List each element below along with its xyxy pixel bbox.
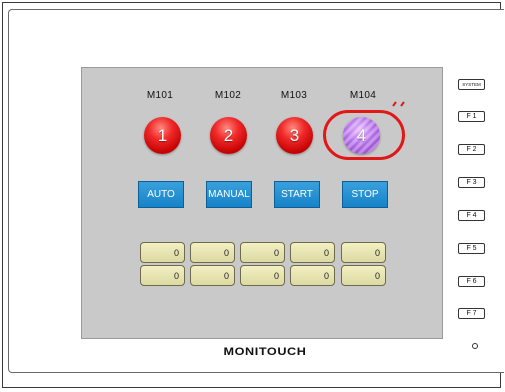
status-led-icon	[472, 343, 478, 349]
f2-key[interactable]: F 2	[458, 144, 485, 155]
numeric-display: 0	[290, 242, 335, 263]
lamp-m103[interactable]: 3	[276, 117, 313, 154]
f1-key[interactable]: F 1	[458, 111, 485, 122]
numeric-display: 0	[341, 242, 386, 263]
brand-logo: MONITOUCH	[223, 346, 307, 358]
lamp-number: 2	[223, 125, 234, 145]
selection-highlight-ring	[323, 110, 405, 160]
numeric-display: 0	[140, 242, 185, 263]
auto-button[interactable]: AUTO	[138, 181, 184, 208]
f4-key[interactable]: F 4	[458, 210, 485, 221]
stop-button[interactable]: STOP	[342, 181, 388, 208]
numeric-display: 0	[240, 242, 285, 263]
numeric-display: 0	[240, 265, 285, 286]
numeric-display: 0	[190, 242, 235, 263]
f6-key[interactable]: F 6	[458, 276, 485, 287]
lamp-label-m103: M103	[280, 90, 308, 101]
f7-key[interactable]: F 7	[458, 308, 485, 319]
lamp-m101[interactable]: 1	[144, 117, 181, 154]
f3-key[interactable]: F 3	[458, 177, 485, 188]
numeric-display: 0	[290, 265, 335, 286]
numeric-display: 0	[140, 265, 185, 286]
lamp-label-m102: M102	[214, 90, 242, 101]
numeric-display: 0	[341, 265, 386, 286]
hmi-screen	[81, 67, 443, 339]
lamp-number: 1	[157, 125, 168, 145]
lamp-label-m104: M104	[349, 90, 377, 101]
lamp-label-m101: M101	[146, 90, 174, 101]
system-key[interactable]: SYSTEM	[458, 79, 485, 90]
manual-button[interactable]: MANUAL	[206, 181, 252, 208]
numeric-display: 0	[190, 265, 235, 286]
start-button[interactable]: START	[274, 181, 320, 208]
pointer-tick-icon	[392, 101, 405, 107]
lamp-number: 3	[289, 125, 300, 145]
f5-key[interactable]: F 5	[458, 243, 485, 254]
lamp-m102[interactable]: 2	[210, 117, 247, 154]
